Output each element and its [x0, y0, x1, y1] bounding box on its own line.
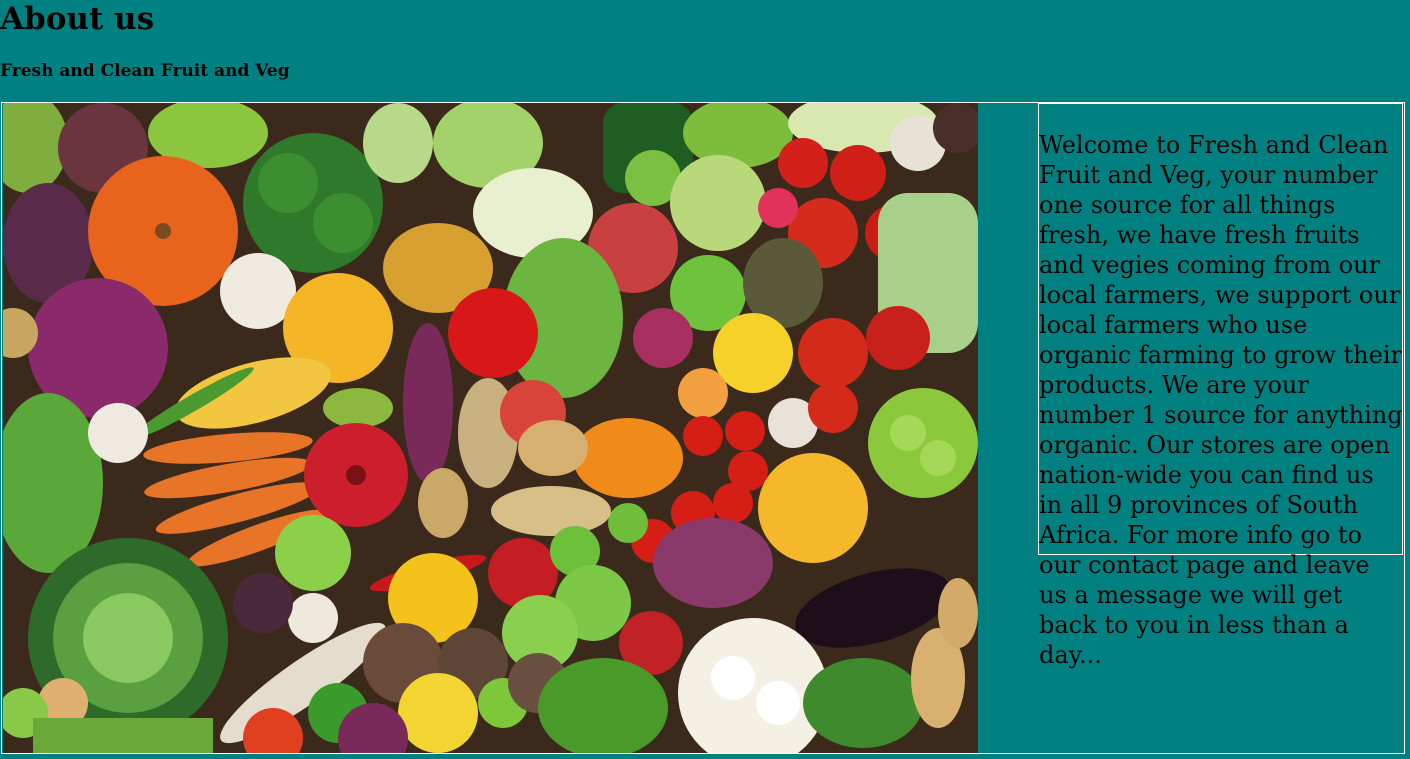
fruit-and-vegetables-photo — [3, 103, 978, 753]
page-subtitle: Fresh and Clean Fruit and Veg — [0, 61, 290, 81]
page-title: About us — [0, 1, 155, 37]
about-text: Welcome to Fresh and Clean Fruit and Veg… — [1039, 131, 1403, 669]
